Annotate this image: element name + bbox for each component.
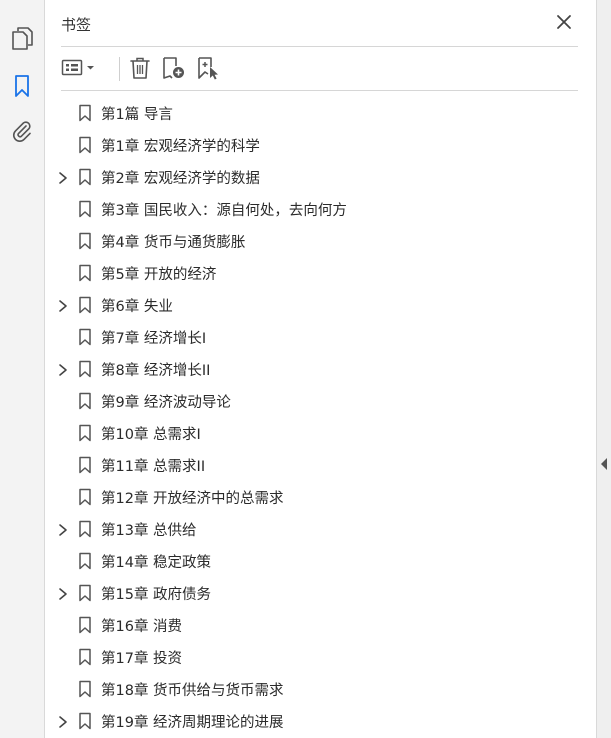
bookmark-label: 第1篇 导言	[101, 107, 173, 123]
chevron-right-icon[interactable]	[57, 522, 69, 536]
options-menu-icon[interactable]	[61, 56, 99, 80]
bookmark-label: 第2章 宏观经济学的数据	[101, 171, 260, 187]
bookmark-label: 第4章 货币与通货膨胀	[101, 235, 246, 251]
bookmark-from-selection-icon[interactable]	[196, 56, 220, 80]
bookmarks-toolbar	[61, 47, 578, 91]
bookmark-icon	[78, 616, 92, 634]
bookmark-label: 第6章 失业	[101, 299, 173, 315]
attachment-icon[interactable]	[8, 117, 36, 145]
bookmark-label: 第3章 国民收入：源自何处，去向何方	[101, 203, 347, 219]
bookmark-icon	[78, 712, 92, 730]
bookmark-label: 第1章 宏观经济学的科学	[101, 139, 260, 155]
bookmark-icon[interactable]	[8, 72, 36, 100]
bookmark-item[interactable]: 第14章 稳定政策	[45, 545, 596, 577]
bookmark-icon	[78, 488, 92, 506]
chevron-right-icon[interactable]	[57, 586, 69, 600]
bookmark-label: 第7章 经济增长I	[101, 331, 207, 347]
panel-splitter[interactable]	[596, 0, 611, 738]
bookmark-label: 第5章 开放的经济	[101, 267, 217, 283]
bookmark-icon	[78, 456, 92, 474]
bookmark-label: 第16章 消费	[101, 619, 183, 635]
bookmark-label: 第14章 稳定政策	[101, 555, 212, 571]
bookmark-list: 第1篇 导言第1章 宏观经济学的科学 第2章 宏观经济学的数据第3章 国民收入：源…	[45, 97, 596, 737]
bookmark-label: 第11章 总需求II	[101, 459, 206, 475]
bookmark-item[interactable]: 第3章 国民收入：源自何处，去向何方	[45, 193, 596, 225]
close-icon[interactable]	[554, 12, 574, 32]
delete-icon[interactable]	[129, 56, 151, 80]
bookmark-item[interactable]: 第10章 总需求I	[45, 417, 596, 449]
bookmark-item[interactable]: 第19章 经济周期理论的进展	[45, 705, 596, 737]
bookmark-icon	[78, 584, 92, 602]
toolbar-divider	[119, 57, 120, 81]
bookmark-icon	[78, 296, 92, 314]
bookmark-item[interactable]: 第17章 投资	[45, 641, 596, 673]
bookmark-label: 第15章 政府债务	[101, 587, 212, 603]
bookmark-icon	[78, 360, 92, 378]
bookmark-item[interactable]: 第18章 货币供给与货币需求	[45, 673, 596, 705]
left-rail	[0, 0, 45, 738]
bookmark-icon	[78, 232, 92, 250]
bookmark-icon	[78, 168, 92, 186]
bookmark-label: 第10章 总需求I	[101, 427, 201, 443]
collapse-arrow-icon[interactable]	[600, 455, 608, 470]
bookmark-icon	[78, 552, 92, 570]
bookmark-item[interactable]: 第6章 失业	[45, 289, 596, 321]
bookmark-label: 第17章 投资	[101, 651, 183, 667]
bookmark-icon	[78, 424, 92, 442]
bookmark-icon	[78, 328, 92, 346]
bookmark-icon	[78, 264, 92, 282]
bookmark-item[interactable]: 第15章 政府债务	[45, 577, 596, 609]
bookmark-item[interactable]: 第5章 开放的经济	[45, 257, 596, 289]
bookmark-item[interactable]: 第16章 消费	[45, 609, 596, 641]
chevron-right-icon[interactable]	[57, 714, 69, 728]
bookmark-label: 第12章 开放经济中的总需求	[101, 491, 284, 507]
bookmark-item[interactable]: 第8章 经济增长II	[45, 353, 596, 385]
panel-title: 书签	[61, 16, 92, 34]
chevron-right-icon[interactable]	[57, 298, 69, 312]
bookmark-item[interactable]: 第7章 经济增长I	[45, 321, 596, 353]
bookmark-label: 第8章 经济增长II	[101, 363, 211, 379]
bookmark-item[interactable]: 第2章 宏观经济学的数据	[45, 161, 596, 193]
bookmark-icon	[78, 104, 92, 122]
bookmark-icon	[78, 136, 92, 154]
bookmark-label: 第18章 货币供给与货币需求	[101, 683, 284, 699]
chevron-right-icon[interactable]	[57, 170, 69, 184]
bookmark-icon	[78, 648, 92, 666]
new-bookmark-icon[interactable]	[161, 56, 187, 80]
bookmark-item[interactable]: 第1章 宏观经济学的科学	[45, 129, 596, 161]
panel-header: 书签	[61, 0, 578, 47]
bookmark-item[interactable]: 第9章 经济波动导论	[45, 385, 596, 417]
bookmarks-panel: 书签 第1篇 导言 第1章 宏观经济学的科学 第2章 宏观经济学的数据 第3章 …	[45, 0, 596, 738]
bookmark-item[interactable]: 第11章 总需求II	[45, 449, 596, 481]
pages-icon[interactable]	[8, 24, 36, 52]
bookmark-item[interactable]: 第1篇 导言	[45, 97, 596, 129]
bookmark-label: 第13章 总供给	[101, 523, 197, 539]
bookmark-icon	[78, 392, 92, 410]
bookmark-icon	[78, 200, 92, 218]
chevron-right-icon[interactable]	[57, 362, 69, 376]
bookmark-icon	[78, 680, 92, 698]
bookmark-item[interactable]: 第12章 开放经济中的总需求	[45, 481, 596, 513]
bookmark-icon	[78, 520, 92, 538]
bookmark-label: 第9章 经济波动导论	[101, 395, 231, 411]
bookmark-item[interactable]: 第4章 货币与通货膨胀	[45, 225, 596, 257]
bookmark-label: 第19章 经济周期理论的进展	[101, 715, 284, 731]
bookmark-item[interactable]: 第13章 总供给	[45, 513, 596, 545]
